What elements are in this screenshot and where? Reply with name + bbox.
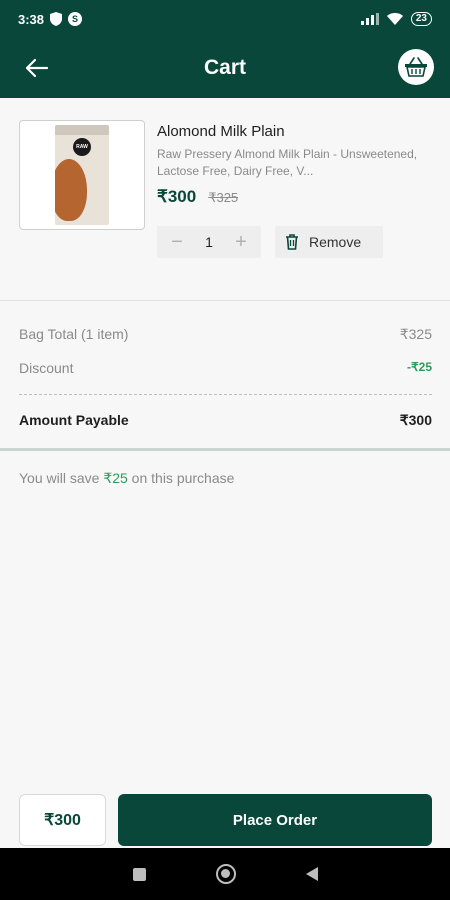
savings-amount: ₹25 <box>103 470 128 486</box>
place-order-button[interactable]: Place Order <box>118 794 432 846</box>
status-bar: 3:38 S 23 <box>0 0 450 38</box>
discount-value: -₹25 <box>407 360 432 374</box>
back-arrow-icon <box>25 58 49 78</box>
product-image[interactable]: RAW <box>19 120 145 230</box>
product-description: Raw Pressery Almond Milk Plain - Unsweet… <box>157 147 418 178</box>
home-icon[interactable] <box>215 864 236 884</box>
bag-total-row: Bag Total (1 item) ₹325 <box>19 326 432 343</box>
product-mrp: ₹325 <box>208 190 239 205</box>
cart-item: RAW Alomond Milk Plain Raw Pressery Almo… <box>0 98 450 301</box>
app-bar: Cart <box>0 38 450 98</box>
status-left: 3:38 S <box>18 11 83 27</box>
almond-graphic <box>55 159 87 221</box>
back-nav-icon[interactable] <box>305 867 318 881</box>
amount-payable-label: Amount Payable <box>19 412 129 428</box>
amount-payable-value: ₹300 <box>399 412 432 428</box>
remove-button[interactable]: Remove <box>275 226 383 258</box>
product-price: ₹300 <box>157 187 197 206</box>
bag-total-value: ₹325 <box>399 326 432 342</box>
discount-label: Discount <box>19 360 74 376</box>
brand-logo: RAW <box>73 138 91 156</box>
amount-payable-row: Amount Payable ₹300 <box>19 412 432 429</box>
basket-icon <box>405 57 427 77</box>
decrement-button[interactable]: − <box>167 232 187 252</box>
status-right: 23 <box>360 12 432 26</box>
order-total: ₹300 <box>19 794 106 846</box>
wifi-icon <box>386 13 403 25</box>
savings-suffix: on this purchase <box>127 470 235 486</box>
back-button[interactable] <box>22 54 52 82</box>
trash-icon <box>286 234 298 250</box>
quantity-value: 1 <box>205 234 213 250</box>
discount-row: Discount -₹25 <box>19 360 432 376</box>
savings-prefix: You will save <box>19 470 104 486</box>
price-row: ₹300 ₹325 <box>157 187 238 207</box>
section-divider <box>0 448 450 451</box>
product-name[interactable]: Alomond Milk Plain <box>157 123 285 140</box>
status-time: 3:38 <box>18 11 45 27</box>
s-badge-icon: S <box>68 12 83 26</box>
system-nav-bar <box>0 848 450 900</box>
quantity-stepper: − 1 + <box>157 226 261 258</box>
battery-icon: 23 <box>410 12 432 26</box>
savings-message: You will save ₹25 on this purchase <box>19 470 234 487</box>
bag-total-label: Bag Total (1 item) <box>19 326 129 342</box>
dashed-divider <box>19 394 432 395</box>
shield-icon <box>50 12 63 26</box>
basket-button[interactable] <box>398 49 434 85</box>
signal-icon <box>360 13 379 25</box>
carton-top <box>55 125 109 135</box>
page-title: Cart <box>203 56 246 79</box>
bill-details: Bag Total (1 item) ₹325 Discount -₹25 Am… <box>0 301 450 448</box>
milk-carton-image: RAW <box>55 125 109 225</box>
remove-label: Remove <box>309 234 362 250</box>
recents-icon[interactable] <box>132 867 146 881</box>
increment-button[interactable]: + <box>231 232 251 252</box>
